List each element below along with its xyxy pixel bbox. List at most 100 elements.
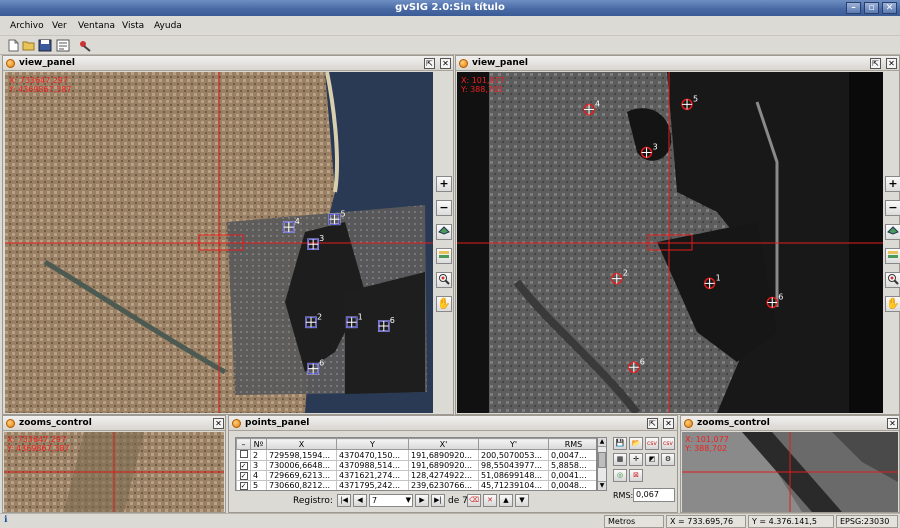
column-header[interactable]: Nº [250, 438, 267, 450]
close-panel-icon[interactable]: ✕ [440, 58, 451, 69]
zoom-tool-button[interactable] [885, 272, 900, 288]
last-record-button[interactable]: ▶| [431, 494, 445, 507]
zooms-left-header: zooms_control ✕ [3, 416, 225, 431]
left-map-canvas[interactable]: 4 5 3 2 1 6 6 X: 733647,297 Y: 4369867,387 [5, 72, 433, 413]
close-panel-icon[interactable]: ✕ [887, 418, 898, 429]
process-icon[interactable]: ⚙ [661, 453, 675, 466]
tools-icon[interactable] [78, 39, 92, 52]
aerial-image: 4 5 3 2 1 6 6 [5, 72, 433, 413]
minimize-button[interactable]: – [846, 2, 861, 14]
control-point-label: 5 [341, 209, 346, 218]
table-row[interactable]: ✓ 4 729669,6213... 4371621,274... 128,427492… [236, 470, 596, 481]
right-view-panel-title: view_panel [472, 58, 528, 68]
column-header[interactable]: X' [408, 438, 479, 450]
zoom-right-canvas[interactable]: X: 101,077 Y: 388,702 [682, 432, 898, 512]
save-points-icon[interactable]: 💾 [613, 437, 627, 450]
column-header[interactable]: Y [336, 438, 409, 450]
record-select-value: 7 [372, 496, 378, 505]
left-view-controls: + − ✋ [435, 176, 452, 316]
close-window-button[interactable]: ✕ [882, 2, 897, 14]
detach-icon[interactable]: ⇱ [870, 58, 881, 69]
scroll-up-icon[interactable]: ▲ [598, 438, 606, 447]
right-map-canvas[interactable]: 4 5 3 2 1 6 6 X: 101,077 Y: 388,702 [457, 72, 883, 413]
save-icon[interactable] [38, 39, 52, 52]
record-select[interactable]: 7 ▼ [369, 494, 413, 507]
detach-icon[interactable]: ⇱ [424, 58, 435, 69]
zoom-out-button[interactable]: − [885, 200, 900, 216]
checkbox-icon[interactable]: ✓ [239, 462, 248, 470]
control-point-label: 4 [295, 217, 300, 226]
row-checkbox[interactable] [236, 449, 251, 461]
zoom-tool-button[interactable] [436, 272, 452, 288]
layers-button[interactable] [436, 248, 452, 264]
clear-point-button[interactable]: ⌫ [467, 494, 481, 507]
left-coord-y: Y: 4369867,387 [9, 85, 72, 94]
menu-ver[interactable]: Ver [52, 21, 67, 31]
scroll-thumb[interactable] [598, 452, 606, 468]
menu-vista[interactable]: Vista [122, 21, 144, 31]
layers-button[interactable] [885, 248, 900, 264]
info-icon: ℹ [4, 515, 8, 525]
zoom-left-coord-x: X: 733647,297 [7, 435, 67, 444]
import-csv-icon[interactable]: csv [661, 437, 675, 450]
right-view-controls: + − ✋ [884, 176, 900, 316]
menu-bar: Archivo Ver Ventana Vista Ayuda [0, 16, 900, 36]
close-panel-icon[interactable]: ✕ [663, 418, 674, 429]
prev-record-button[interactable]: ◀ [353, 494, 367, 507]
close-panel-icon[interactable]: ✕ [213, 418, 224, 429]
zooms-right-header: zooms_control ✕ [681, 416, 899, 431]
table-row[interactable]: 2 729598,1594... 4370470,150... 191,6890920… [236, 449, 596, 461]
options-icon[interactable]: ▦ [613, 453, 627, 466]
table-cell: 191,6890920... [408, 460, 479, 471]
georef-icon[interactable]: ◩ [645, 453, 659, 466]
load-points-icon[interactable]: 📂 [629, 437, 643, 450]
column-header[interactable]: – [236, 438, 251, 450]
row-checkbox[interactable]: ✓ [236, 470, 251, 481]
column-header[interactable]: X [266, 438, 337, 450]
zoom-right-coord-y: Y: 388,702 [685, 444, 728, 453]
detach-icon[interactable]: ⇱ [647, 418, 658, 429]
column-header[interactable]: Y' [478, 438, 549, 450]
table-cell: 98,55043977... [478, 460, 549, 471]
close-panel-icon[interactable]: ✕ [886, 58, 897, 69]
row-checkbox[interactable]: ✓ [236, 480, 251, 490]
open-folder-icon[interactable] [22, 39, 36, 52]
row-checkbox[interactable]: ✓ [236, 460, 251, 471]
column-header[interactable]: RMS [548, 438, 596, 450]
delete-point-button[interactable]: ✕ [483, 494, 497, 507]
table-scrollbar[interactable]: ▲ ▼ [597, 437, 607, 491]
pan-tool-button[interactable]: ✋ [885, 296, 900, 312]
menu-ventana[interactable]: Ventana [78, 21, 115, 31]
layer-visibility-button[interactable] [436, 224, 452, 240]
window-title: gvSIG 2.0:Sin título [395, 2, 505, 13]
status-epsg: EPSG:23030 [836, 515, 898, 528]
menu-ayuda[interactable]: Ayuda [154, 21, 182, 31]
maximize-button[interactable]: ▫ [864, 2, 879, 14]
table-cell: 5 [250, 480, 267, 490]
cancel-icon[interactable]: ⊠ [629, 469, 643, 482]
layer-visibility-button[interactable] [885, 224, 900, 240]
next-record-button[interactable]: ▶ [415, 494, 429, 507]
zoom-out-button[interactable]: − [436, 200, 452, 216]
zooms-right-title: zooms_control [697, 418, 770, 428]
zoom-left-canvas[interactable]: X: 733647,297 Y: 4369867,387 [4, 432, 224, 512]
first-record-button[interactable]: |◀ [337, 494, 351, 507]
table-row[interactable]: ✓ 5 730660,8212... 4371795,242... 239,623076… [236, 480, 596, 490]
scroll-down-icon[interactable]: ▼ [598, 481, 606, 490]
export-csv-icon[interactable]: csv [645, 437, 659, 450]
properties-icon[interactable] [56, 39, 70, 52]
zoom-in-button[interactable]: + [885, 176, 900, 192]
checkbox-icon[interactable] [239, 450, 248, 458]
table-cell: 128,4274922... [408, 470, 479, 481]
pan-tool-button[interactable]: ✋ [436, 296, 452, 312]
add-point-icon[interactable]: ✛ [629, 453, 643, 466]
table-row[interactable]: ✓ 3 730006,6648... 4370988,514... 191,689092… [236, 460, 596, 471]
move-up-button[interactable]: ▲ [499, 494, 513, 507]
zoom-in-button[interactable]: + [436, 176, 452, 192]
checkbox-icon[interactable]: ✓ [239, 482, 248, 490]
target-icon[interactable]: ◎ [613, 469, 627, 482]
checkbox-icon[interactable]: ✓ [239, 472, 248, 480]
new-document-icon[interactable] [6, 39, 20, 52]
menu-archivo[interactable]: Archivo [10, 21, 44, 31]
move-down-button[interactable]: ▼ [515, 494, 529, 507]
